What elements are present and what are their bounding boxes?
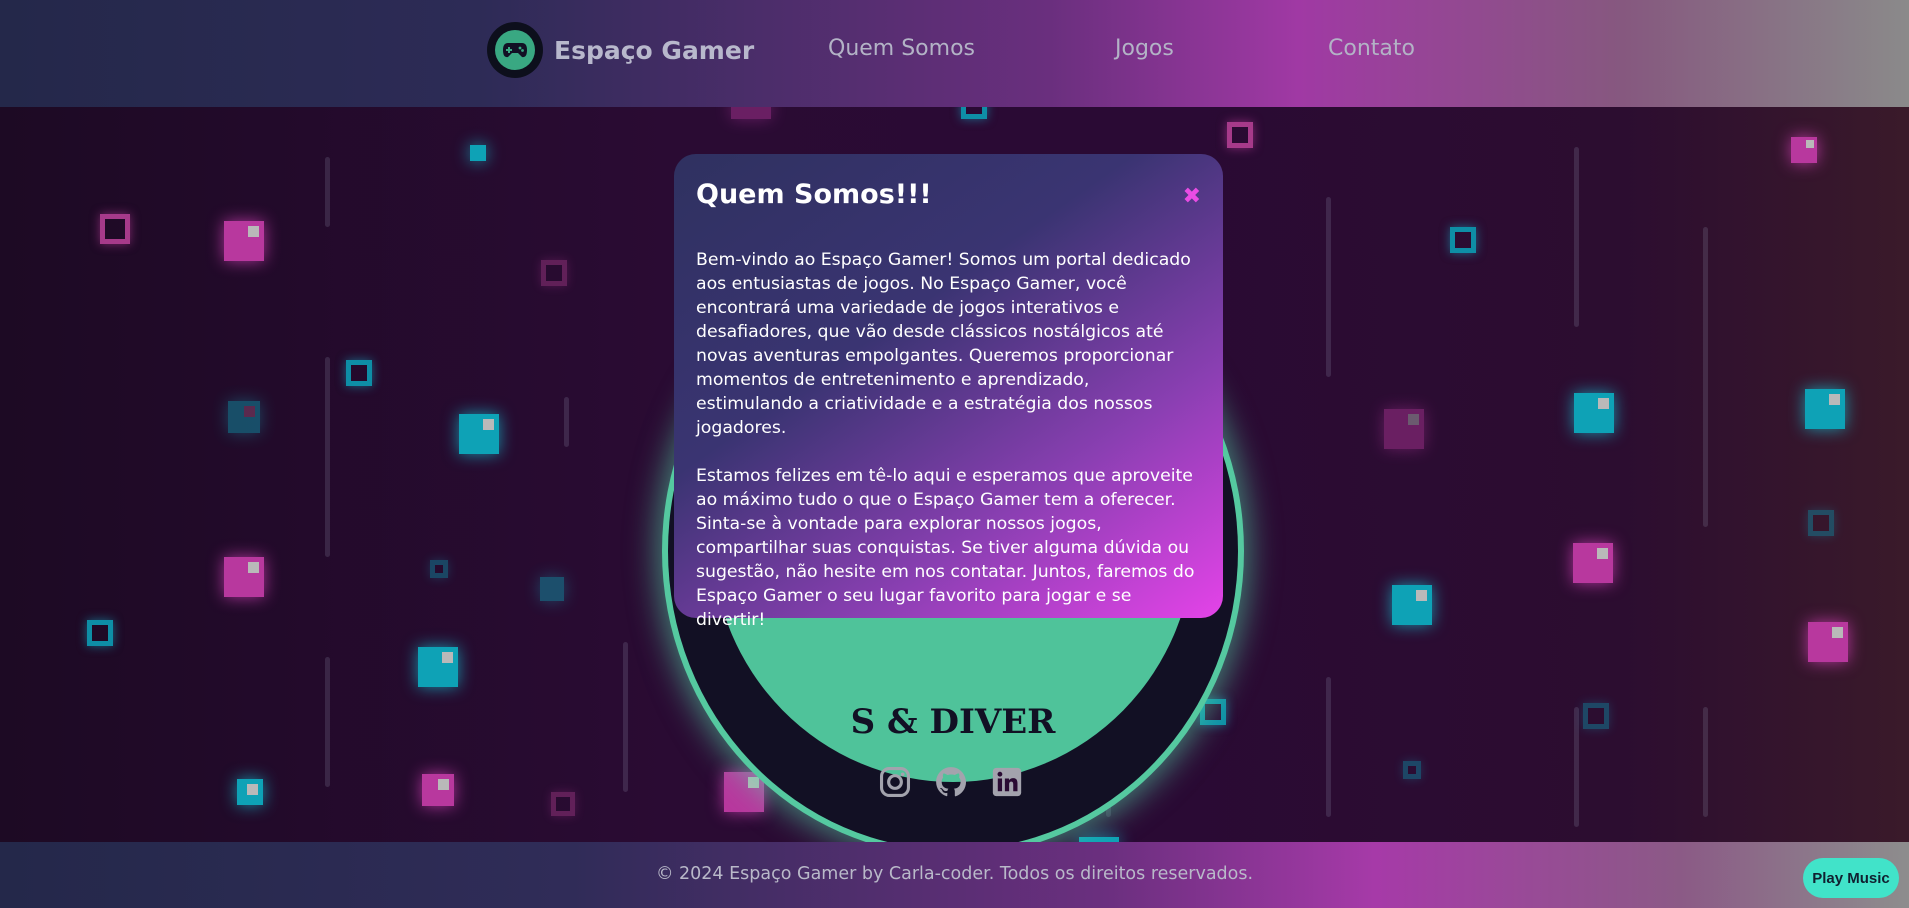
decorative-square (1227, 122, 1253, 148)
decorative-square (346, 360, 372, 386)
modal-paragraph: Estamos felizes em tê-lo aqui e esperamo… (696, 466, 1195, 630)
decorative-square (228, 401, 260, 433)
decorative-square (1200, 699, 1226, 725)
decorative-square (237, 779, 263, 805)
decorative-square (541, 260, 567, 286)
footer-copyright: © 2024 Espaço Gamer by Carla-coder. Todo… (655, 864, 1254, 884)
decorative-square (731, 107, 771, 119)
nav-jogos[interactable]: Jogos (1115, 36, 1174, 61)
decorative-square (1791, 137, 1817, 163)
decorative-square (1583, 703, 1609, 729)
decorative-square (1574, 393, 1614, 433)
decorative-square (1808, 510, 1834, 536)
decorative-square (551, 792, 575, 816)
decorative-streak (325, 657, 330, 787)
top-nav-bar: Espaço Gamer Quem Somos Jogos Contato (0, 0, 1909, 107)
decorative-square (470, 145, 486, 161)
decorative-square (961, 107, 987, 119)
decorative-square (724, 772, 764, 812)
decorative-square (100, 214, 130, 244)
nav-contato[interactable]: Contato (1328, 36, 1415, 61)
social-links (878, 765, 1024, 799)
decorative-streak (623, 642, 628, 792)
brand-name: Espaço Gamer (554, 35, 755, 65)
decorative-streak (1574, 147, 1579, 327)
decorative-square (1403, 761, 1421, 779)
modal-title: Quem Somos!!! (696, 179, 932, 210)
decorative-square (1808, 622, 1848, 662)
decorative-streak (1326, 677, 1331, 817)
decorative-square (1384, 409, 1424, 449)
github-icon[interactable] (934, 765, 968, 799)
decorative-streak (325, 357, 330, 557)
close-icon[interactable]: ✖ (1183, 184, 1201, 209)
gamepad-icon (487, 22, 543, 78)
footer: © 2024 Espaço Gamer by Carla-coder. Todo… (0, 842, 1909, 908)
decorative-streak (325, 157, 330, 227)
decorative-streak (1703, 707, 1708, 817)
decorative-streak (1326, 197, 1331, 377)
decorative-square (1573, 543, 1613, 583)
decorative-square (224, 221, 264, 261)
decorative-square (540, 577, 564, 601)
about-modal: Quem Somos!!! ✖ Bem-vindo ao Espaço Game… (674, 154, 1223, 630)
decorative-square (1392, 585, 1432, 625)
decorative-square (1450, 227, 1476, 253)
modal-paragraph: Bem-vindo ao Espaço Gamer! Somos um port… (696, 250, 1191, 438)
decorative-streak (1703, 227, 1708, 527)
hero-logo-text: S & DIVER (850, 702, 1056, 742)
play-music-button[interactable]: Play Music (1803, 858, 1899, 898)
decorative-square (224, 557, 264, 597)
nav-quem-somos[interactable]: Quem Somos (828, 36, 975, 61)
linkedin-icon[interactable] (990, 765, 1024, 799)
decorative-square (430, 560, 448, 578)
decorative-square (422, 774, 454, 806)
decorative-square (87, 620, 113, 646)
decorative-streak (564, 397, 569, 447)
modal-body: Bem-vindo ao Espaço Gamer! Somos um port… (696, 248, 1201, 632)
decorative-square (418, 647, 458, 687)
decorative-square (1805, 389, 1845, 429)
brand[interactable]: Espaço Gamer (487, 21, 754, 79)
decorative-square (459, 414, 499, 454)
decorative-streak (1574, 707, 1579, 827)
instagram-icon[interactable] (878, 765, 912, 799)
